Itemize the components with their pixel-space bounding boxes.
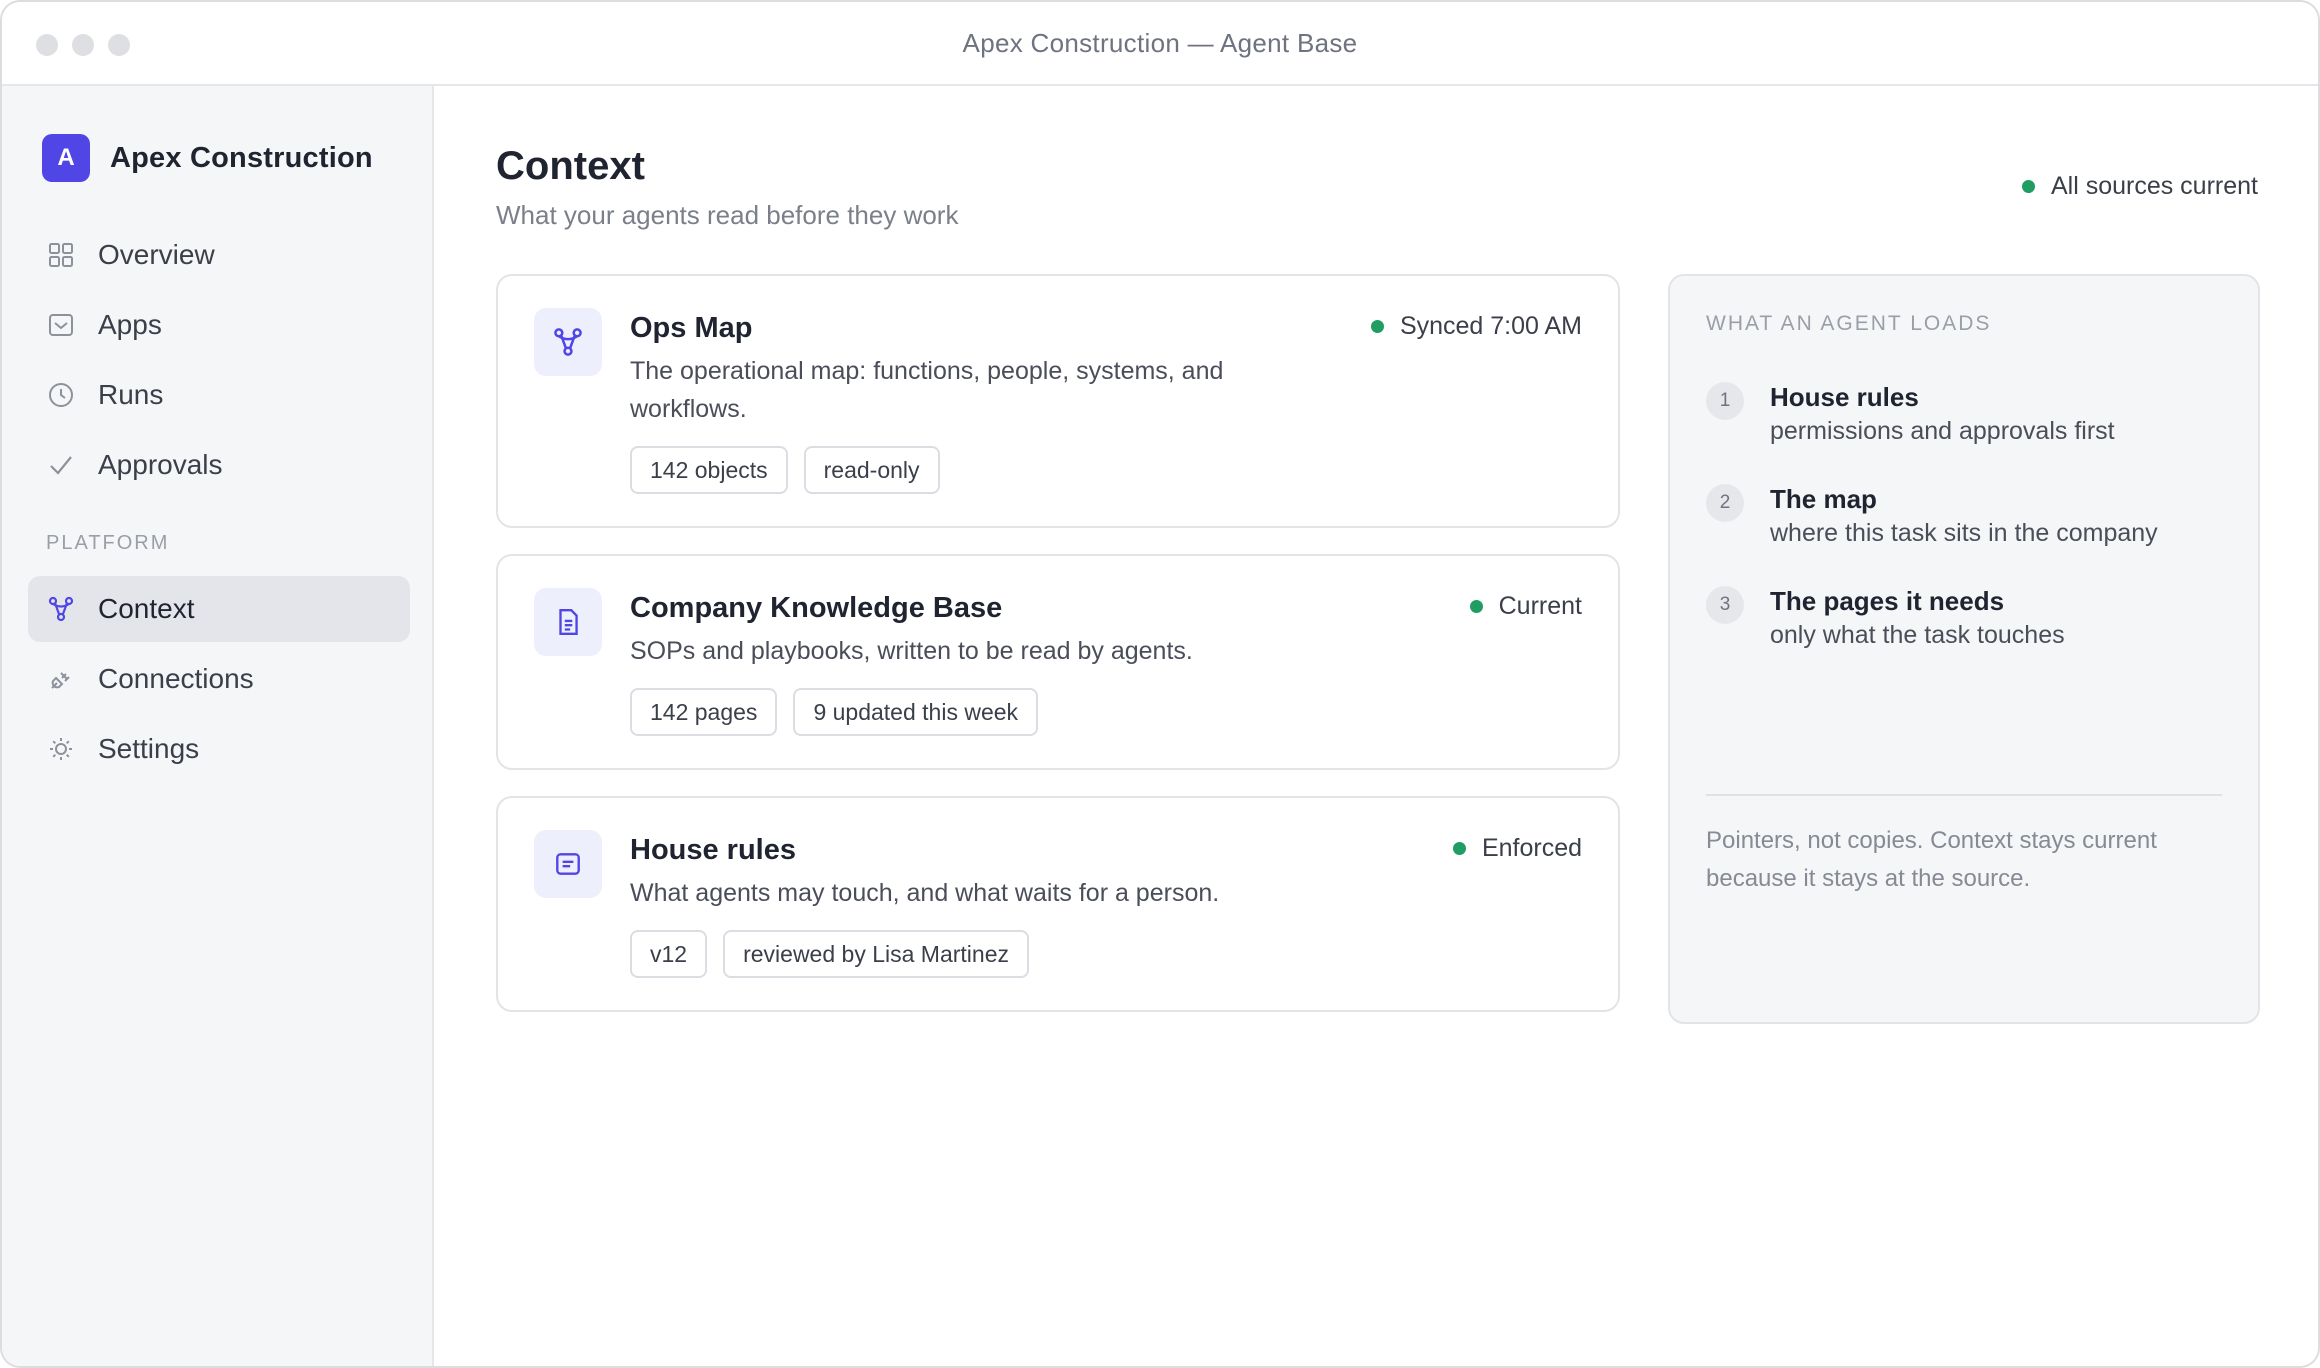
sidebar-item-label: Approvals	[98, 449, 223, 480]
app-window: Apex Construction — Agent Base A Apex Co…	[0, 0, 2320, 1368]
agent-loads-panel: WHAT AN AGENT LOADS 1 House rules permis…	[1668, 274, 2260, 1024]
rules-icon	[534, 830, 602, 898]
tag: 142 pages	[630, 688, 778, 736]
status-dot	[1452, 842, 1466, 855]
step-description: where this task sits in the company	[1770, 519, 2158, 547]
context-sources: Ops Map The operational map: functions, …	[496, 274, 1620, 1038]
nav-section-platform: PLATFORM	[46, 532, 170, 554]
sidebar-item-label: Runs	[98, 379, 164, 410]
card-tags: 142 objects read-only	[630, 446, 1582, 494]
plug-icon	[46, 664, 76, 694]
sidebar-item-connections[interactable]: Connections	[28, 646, 410, 712]
step-number: 3	[1706, 586, 1744, 624]
tag: 9 updated this week	[793, 688, 1039, 736]
gear-icon	[46, 734, 76, 764]
source-card-knowledge-base[interactable]: Company Knowledge Base SOPs and playbook…	[496, 554, 1620, 770]
load-step: 2 The map where this task sits in the co…	[1706, 482, 2226, 550]
panel-heading: WHAT AN AGENT LOADS	[1706, 312, 1992, 335]
inbox-icon	[46, 310, 76, 340]
card-description: What agents may touch, and what waits fo…	[630, 879, 1220, 907]
card-description: The operational map: functions, people, …	[630, 357, 1224, 423]
load-step: 3 The pages it needs only what the task …	[1706, 584, 2226, 652]
card-status: Current	[1469, 592, 1582, 621]
check-icon	[46, 450, 76, 480]
step-title: The pages it needs	[1770, 586, 2005, 616]
document-icon	[534, 588, 602, 656]
tag: read-only	[803, 446, 940, 494]
card-status: Enforced	[1452, 834, 1582, 863]
step-title: House rules	[1770, 382, 1919, 412]
sidebar-item-label: Connections	[98, 663, 254, 694]
nodes-icon	[46, 594, 76, 624]
sidebar-item-apps[interactable]: Apps	[28, 292, 410, 358]
brand-logo: A	[42, 134, 90, 182]
tag: v12	[630, 930, 708, 978]
grid-icon	[46, 240, 76, 270]
page-subtitle: What your agents read before they work	[496, 200, 959, 230]
sidebar-item-label: Context	[98, 593, 195, 624]
main-content: Context What your agents read before the…	[436, 86, 2318, 1366]
page-title: Context	[496, 144, 645, 188]
card-tags: v12 reviewed by Lisa Martinez	[630, 930, 1582, 978]
panel-note: Pointers, not copies. Context stays curr…	[1706, 827, 2157, 892]
sidebar: A Apex Construction Overview Apps Runs A…	[2, 86, 434, 1366]
status-dot	[2021, 180, 2035, 193]
source-card-ops-map[interactable]: Ops Map The operational map: functions, …	[496, 274, 1620, 528]
step-description: permissions and approvals first	[1770, 417, 2115, 445]
step-description: only what the task touches	[1770, 621, 2065, 649]
load-step: 1 House rules permissions and approvals …	[1706, 380, 2226, 448]
sidebar-item-context[interactable]: Context	[28, 576, 410, 642]
tag: 142 objects	[630, 446, 788, 494]
card-status-label: Synced 7:00 AM	[1399, 312, 1582, 340]
sidebar-item-runs[interactable]: Runs	[28, 362, 410, 428]
card-tags: 142 pages 9 updated this week	[630, 688, 1582, 736]
step-title: The map	[1770, 484, 1877, 514]
sidebar-item-overview[interactable]: Overview	[28, 222, 410, 288]
tag: reviewed by Lisa Martinez	[723, 930, 1029, 978]
sidebar-item-label: Overview	[98, 239, 215, 270]
sidebar-item-approvals[interactable]: Approvals	[28, 432, 410, 498]
sidebar-item-label: Apps	[98, 309, 162, 340]
title-bar: Apex Construction — Agent Base	[2, 2, 2318, 86]
load-steps: 1 House rules permissions and approvals …	[1706, 380, 2226, 686]
card-status: Synced 7:00 AM	[1370, 312, 1582, 341]
card-title: House rules	[630, 834, 796, 866]
overall-status: All sources current	[2021, 172, 2258, 201]
status-dot	[1370, 320, 1384, 333]
main-nav: Overview Apps Runs Approvals	[28, 222, 410, 502]
card-status-label: Enforced	[1481, 834, 1582, 862]
status-dot	[1469, 600, 1483, 613]
window-title: Apex Construction — Agent Base	[962, 28, 1358, 58]
brand-name: Apex Construction	[110, 141, 373, 174]
step-number: 2	[1706, 484, 1744, 522]
sidebar-item-settings[interactable]: Settings	[28, 716, 410, 782]
clock-icon	[46, 380, 76, 410]
card-title: Company Knowledge Base	[630, 592, 1003, 624]
brand[interactable]: A Apex Construction	[42, 134, 373, 182]
source-card-house-rules[interactable]: House rules What agents may touch, and w…	[496, 796, 1620, 1012]
nodes-icon	[534, 308, 602, 376]
step-number: 1	[1706, 382, 1744, 420]
card-status-label: Current	[1498, 592, 1582, 620]
panel-divider	[1706, 794, 2222, 796]
sidebar-item-label: Settings	[98, 733, 200, 764]
overall-status-label: All sources current	[2050, 172, 2258, 200]
card-description: SOPs and playbooks, written to be read b…	[630, 637, 1193, 665]
platform-nav: Context Connections Settings	[28, 576, 410, 786]
